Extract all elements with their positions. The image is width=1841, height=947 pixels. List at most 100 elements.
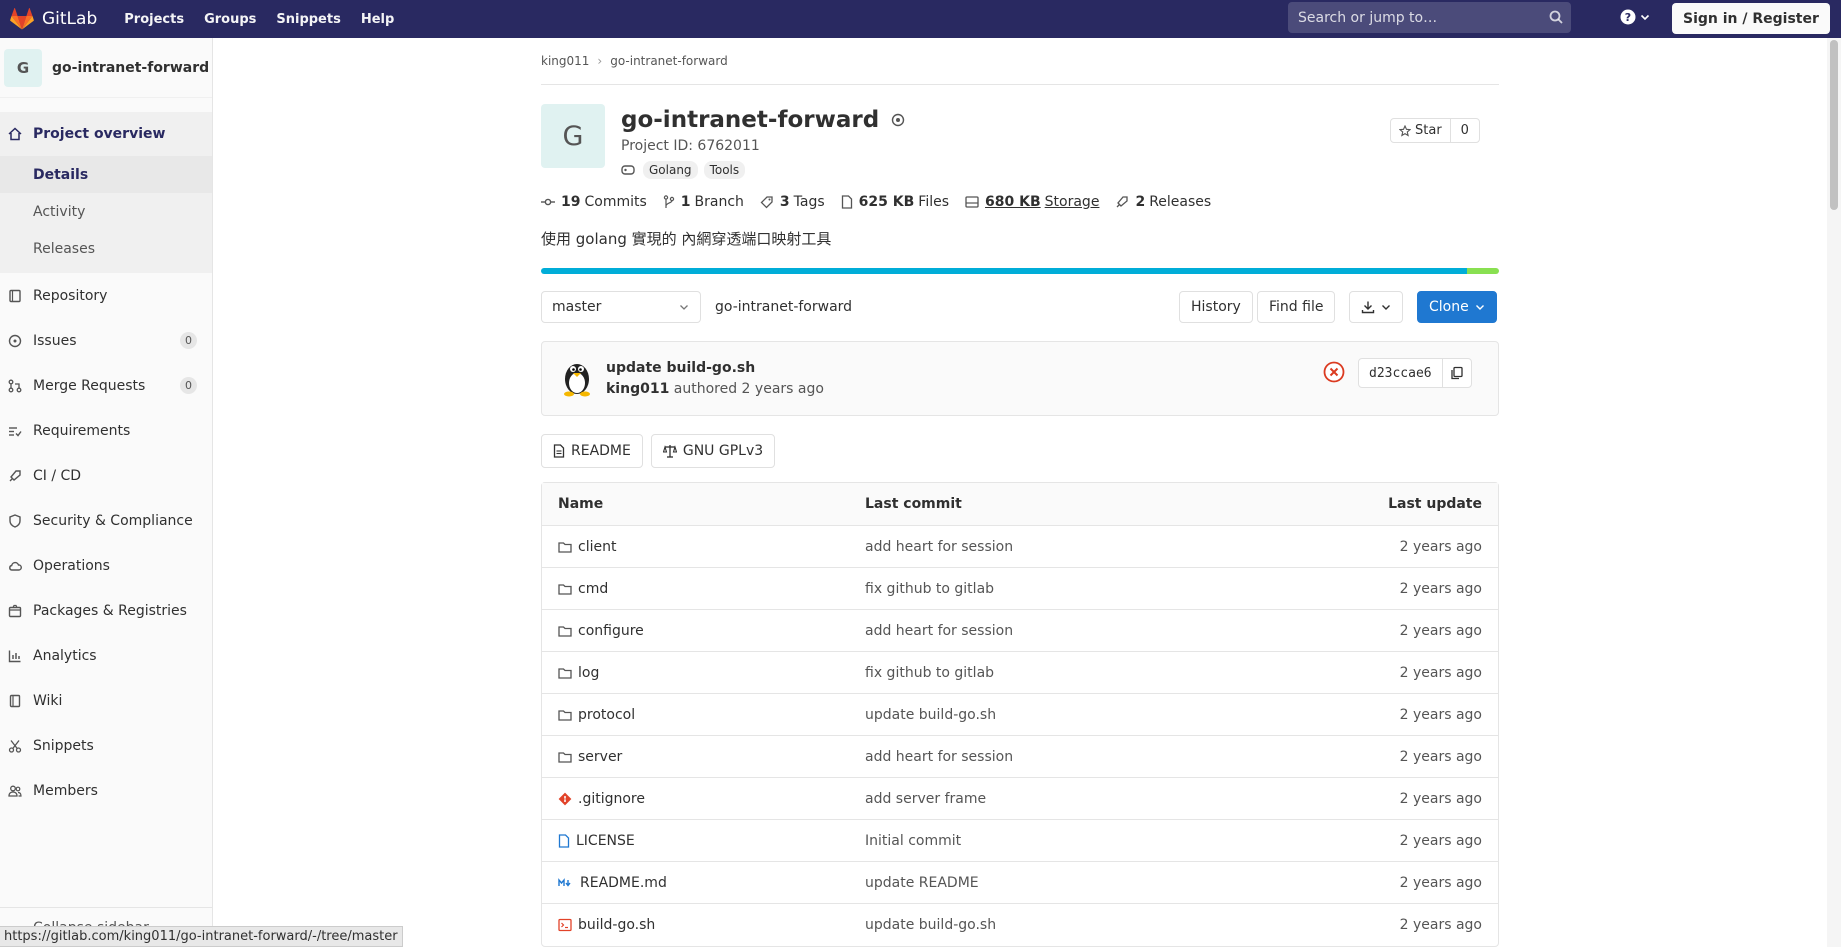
sidebar-subitem-details[interactable]: Details — [0, 156, 212, 193]
gitlab-logo-link[interactable]: GitLab — [10, 0, 97, 38]
sidebar-item-wiki[interactable]: Wiki — [0, 678, 212, 723]
topic-badge[interactable]: Golang — [643, 161, 698, 179]
file-name[interactable]: cmd — [578, 581, 608, 597]
repo-path[interactable]: go-intranet-forward — [715, 299, 852, 315]
star-count[interactable]: 0 — [1451, 119, 1479, 142]
breadcrumb-owner[interactable]: king011 — [541, 54, 589, 68]
file-last-commit[interactable]: update README — [865, 875, 979, 891]
license-button[interactable]: GNU GPLv3 — [650, 434, 776, 468]
file-name-cell[interactable]: client — [558, 539, 616, 555]
file-name-cell[interactable]: cmd — [558, 581, 608, 597]
sidebar-item-operations[interactable]: Operations — [0, 543, 212, 588]
stat-tags[interactable]: 3 Tags — [760, 194, 825, 210]
table-row[interactable]: configure add heart for session 2 years ag… — [542, 610, 1498, 652]
file-name[interactable]: LICENSE — [576, 833, 635, 849]
commit-sha[interactable]: d23ccae6 — [1359, 359, 1443, 387]
help-dropdown[interactable]: ? — [1620, 9, 1650, 25]
sidebar-item-analytics[interactable]: Analytics — [0, 633, 212, 678]
sign-in-button[interactable]: Sign in / Register — [1672, 3, 1830, 34]
tag-icon — [621, 165, 635, 175]
file-name-cell[interactable]: configure — [558, 623, 644, 639]
file-last-commit[interactable]: fix github to gitlab — [865, 581, 994, 597]
sidebar-item-packages[interactable]: Packages & Registries — [0, 588, 212, 633]
language-segment[interactable] — [541, 268, 1468, 274]
branch-selector[interactable]: master — [541, 291, 701, 323]
table-row[interactable]: cmd fix github to gitlab 2 years ago — [542, 568, 1498, 610]
table-row[interactable]: build-go.sh update build-go.sh 2 years ago — [542, 904, 1498, 946]
scrollbar-thumb[interactable] — [1830, 40, 1838, 210]
sidebar-subitem-releases[interactable]: Releases — [0, 230, 212, 267]
table-row[interactable]: LICENSE Initial commit 2 years ago — [542, 820, 1498, 862]
file-last-commit[interactable]: add server frame — [865, 791, 986, 807]
file-name-cell[interactable]: server — [558, 749, 622, 765]
stat-files[interactable]: 625 KB Files — [841, 194, 949, 210]
table-row[interactable]: client add heart for session 2 years ago — [542, 526, 1498, 568]
sidebar-item-requirements[interactable]: Requirements — [0, 408, 212, 453]
file-last-commit[interactable]: add heart for session — [865, 749, 1013, 765]
commit-message[interactable]: update build-go.sh — [606, 360, 755, 376]
file-name[interactable]: protocol — [578, 707, 635, 723]
table-row[interactable]: .gitignore add server frame 2 years ago — [542, 778, 1498, 820]
sidebar-item-project-overview[interactable]: Project overview — [0, 112, 212, 156]
breadcrumb-project[interactable]: go-intranet-forward — [610, 54, 727, 68]
nav-snippets[interactable]: Snippets — [266, 12, 350, 27]
history-button[interactable]: History — [1179, 291, 1253, 323]
file-name-cell[interactable]: .gitignore — [558, 791, 645, 807]
download-button[interactable] — [1349, 291, 1403, 323]
file-name[interactable]: configure — [578, 623, 644, 639]
file-last-commit[interactable]: update build-go.sh — [865, 707, 996, 723]
table-row[interactable]: server add heart for session 2 years ago — [542, 736, 1498, 778]
pipeline-failed-icon[interactable] — [1323, 361, 1345, 383]
sidebar-item-members[interactable]: Members — [0, 768, 212, 813]
search-input[interactable]: Search or jump to… — [1288, 2, 1571, 33]
stat-storage[interactable]: 680 KB Storage — [965, 194, 1099, 210]
file-name[interactable]: log — [578, 665, 599, 681]
file-name-cell[interactable]: README.md — [558, 875, 667, 891]
table-row[interactable]: README.md update README 2 years ago — [542, 862, 1498, 904]
file-last-commit[interactable]: add heart for session — [865, 623, 1013, 639]
page-scrollbar[interactable] — [1827, 38, 1841, 947]
file-last-commit[interactable]: add heart for session — [865, 539, 1013, 555]
sidebar-item-security[interactable]: Security & Compliance — [0, 498, 212, 543]
sidebar-item-merge-requests[interactable]: Merge Requests 0 — [0, 363, 212, 408]
star-button[interactable]: Star — [1391, 119, 1451, 142]
sidebar-item-snippets[interactable]: Snippets — [0, 723, 212, 768]
stat-storage-label: Storage — [1044, 194, 1100, 210]
sidebar-item-issues[interactable]: Issues 0 — [0, 318, 212, 363]
sidebar-project-header[interactable]: G go-intranet-forward — [0, 38, 212, 98]
nav-projects[interactable]: Projects — [114, 12, 194, 27]
file-last-commit[interactable]: update build-go.sh — [865, 917, 996, 933]
nav-help[interactable]: Help — [351, 12, 404, 27]
file-name-cell[interactable]: LICENSE — [558, 833, 635, 849]
author-avatar[interactable] — [557, 357, 597, 397]
file-last-commit[interactable]: fix github to gitlab — [865, 665, 994, 681]
stat-releases[interactable]: 2 Releases — [1115, 194, 1211, 210]
sidebar-subitem-activity[interactable]: Activity — [0, 193, 212, 230]
copy-sha-button[interactable] — [1443, 359, 1471, 387]
file-name[interactable]: build-go.sh — [578, 917, 655, 933]
file-name-cell[interactable]: log — [558, 665, 599, 681]
language-segment[interactable] — [1467, 268, 1499, 274]
file-name-cell[interactable]: build-go.sh — [558, 917, 655, 933]
sidebar-project-name: go-intranet-forward — [52, 59, 210, 76]
file-name[interactable]: README.md — [580, 875, 667, 891]
file-name[interactable]: .gitignore — [578, 791, 645, 807]
main-content: king011 › go-intranet-forward G go-intra… — [541, 38, 1499, 947]
table-row[interactable]: log fix github to gitlab 2 years ago — [542, 652, 1498, 694]
clone-button[interactable]: Clone — [1417, 291, 1497, 323]
stat-branches[interactable]: 1 Branch — [663, 194, 744, 210]
commit-author[interactable]: king011 — [606, 381, 669, 397]
find-file-button[interactable]: Find file — [1257, 291, 1336, 323]
sidebar-item-repository[interactable]: Repository — [0, 273, 212, 318]
file-name[interactable]: server — [578, 749, 622, 765]
stat-commits[interactable]: 19 Commits — [541, 194, 647, 210]
topic-badge[interactable]: Tools — [703, 161, 746, 179]
readme-button[interactable]: README — [541, 434, 643, 468]
sidebar-item-ci-cd[interactable]: CI / CD — [0, 453, 212, 498]
language-bar[interactable] — [541, 268, 1499, 274]
file-name[interactable]: client — [578, 539, 616, 555]
file-name-cell[interactable]: protocol — [558, 707, 635, 723]
table-row[interactable]: protocol update build-go.sh 2 years ago — [542, 694, 1498, 736]
file-last-commit[interactable]: Initial commit — [865, 833, 961, 849]
nav-groups[interactable]: Groups — [194, 12, 266, 27]
